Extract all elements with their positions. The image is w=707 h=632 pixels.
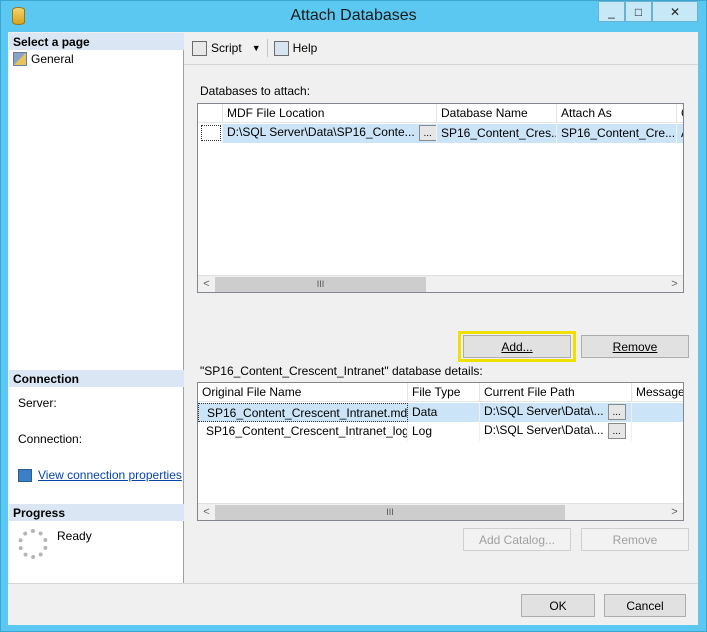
details-grid[interactable]: Original File Name File Type Current Fil…	[197, 382, 684, 521]
mdf-location-value: D:\SQL Server\Data\SP16_Conte...	[227, 125, 415, 140]
details-grid-scrollbar[interactable]: < III >	[198, 503, 683, 520]
file-path-value: D:\SQL Server\Data\...	[484, 404, 604, 419]
column-message[interactable]: Message	[632, 383, 683, 402]
owner-cell[interactable]: A	[677, 124, 683, 143]
toolbar-separator	[266, 39, 268, 57]
scroll-right-icon[interactable]: >	[666, 504, 683, 521]
add-button-label: Add...	[501, 339, 533, 354]
browse-button[interactable]: ...	[607, 423, 626, 439]
file-path-value: D:\SQL Server\Data\...	[484, 423, 604, 438]
column-original-file-name[interactable]: Original File Name	[198, 383, 408, 402]
original-file-cell[interactable]: SP16_Content_Crescent_Intranet.mdf	[198, 403, 408, 422]
remove-database-button[interactable]: Remove	[581, 335, 689, 358]
original-file-cell[interactable]: SP16_Content_Crescent_Intranet_log.ldf	[198, 422, 408, 441]
ok-label: OK	[549, 598, 567, 613]
attach-as-cell[interactable]: SP16_Content_Cre...	[557, 124, 677, 143]
footer-divider	[8, 583, 698, 584]
file-path-cell[interactable]: D:\SQL Server\Data\......	[480, 403, 632, 422]
general-page-icon	[13, 52, 27, 66]
left-panel: Select a page General Connection Server:…	[9, 33, 184, 583]
view-connection-row[interactable]: View connection properties	[18, 468, 182, 482]
page-item-general[interactable]: General	[13, 52, 74, 66]
main-panel: Databases to attach: MDF File Location D…	[184, 64, 698, 583]
progress-status: Ready	[57, 529, 92, 543]
remove-file-label: Remove	[612, 532, 658, 547]
add-catalog-label: Add Catalog...	[478, 532, 556, 547]
database-name-cell[interactable]: SP16_Content_Cres...	[437, 124, 557, 143]
title-bar[interactable]: Attach Databases _ □ ✕	[1, 1, 706, 31]
connection-header: Connection	[9, 370, 184, 387]
attach-databases-window: Attach Databases _ □ ✕ Select a page Gen…	[0, 0, 707, 632]
browse-button[interactable]: ...	[607, 404, 626, 420]
attach-grid-scrollbar[interactable]: < III >	[198, 275, 683, 292]
scroll-thumb[interactable]: III	[215, 276, 426, 292]
add-button[interactable]: Add...	[463, 335, 571, 358]
browse-button[interactable]: ...	[418, 125, 436, 141]
row-header-cell	[198, 104, 223, 123]
dialog-client: Select a page General Connection Server:…	[8, 32, 698, 625]
databases-to-attach-label: Databases to attach:	[200, 84, 311, 98]
script-label: Script	[211, 41, 242, 55]
progress-header: Progress	[9, 504, 184, 521]
scroll-thumb[interactable]: III	[215, 504, 565, 520]
progress-spinner-icon	[18, 529, 48, 559]
message-cell[interactable]	[632, 422, 683, 441]
chevron-down-icon[interactable]: ▼	[252, 43, 261, 53]
details-grid-header: Original File Name File Type Current Fil…	[198, 383, 683, 402]
close-button[interactable]: ✕	[652, 1, 698, 22]
select-page-header: Select a page	[9, 33, 184, 50]
remove-database-label: Remove	[612, 339, 658, 354]
attach-grid[interactable]: MDF File Location Database Name Attach A…	[197, 103, 684, 293]
table-row[interactable]: SP16_Content_Crescent_Intranet_log.ldf L…	[198, 422, 683, 441]
maximize-button[interactable]: □	[625, 1, 652, 22]
scroll-track[interactable]: III	[215, 276, 666, 292]
toolbar: Script ▼ Help	[186, 33, 697, 63]
connection-label: Connection:	[18, 432, 83, 446]
connection-icon	[18, 468, 32, 482]
table-row[interactable]: SP16_Content_Crescent_Intranet.mdf Data …	[198, 403, 683, 422]
cancel-label: Cancel	[626, 598, 664, 613]
scroll-left-icon[interactable]: <	[198, 504, 215, 521]
column-database-name[interactable]: Database Name	[437, 104, 557, 123]
scroll-track[interactable]: III	[215, 504, 666, 520]
add-catalog-button[interactable]: Add Catalog...	[463, 528, 571, 551]
mdf-location-cell[interactable]: D:\SQL Server\Data\SP16_Conte......	[223, 124, 437, 143]
database-details-label: "SP16_Content_Crescent_Intranet" databas…	[200, 364, 483, 378]
attach-grid-header: MDF File Location Database Name Attach A…	[198, 104, 683, 123]
script-icon	[192, 40, 207, 56]
message-cell[interactable]	[632, 403, 683, 422]
table-row[interactable]: D:\SQL Server\Data\SP16_Conte...... SP16…	[198, 124, 683, 143]
column-attach-as[interactable]: Attach As	[557, 104, 677, 123]
file-path-cell[interactable]: D:\SQL Server\Data\......	[480, 422, 632, 441]
file-type-cell[interactable]: Log	[408, 422, 480, 441]
help-button[interactable]: Help	[273, 40, 318, 56]
cancel-button[interactable]: Cancel	[604, 594, 686, 617]
ok-button[interactable]: OK	[521, 594, 595, 617]
column-owner[interactable]: O	[677, 104, 683, 123]
remove-file-button[interactable]: Remove	[581, 528, 689, 551]
row-selector[interactable]	[198, 124, 223, 143]
page-item-label: General	[31, 52, 74, 66]
file-type-cell[interactable]: Data	[408, 403, 480, 422]
view-connection-link[interactable]: View connection properties	[38, 468, 182, 482]
minimize-button[interactable]: _	[598, 1, 625, 22]
help-icon	[273, 40, 289, 56]
column-file-type[interactable]: File Type	[408, 383, 480, 402]
script-button[interactable]: Script ▼	[192, 40, 261, 56]
help-label: Help	[292, 41, 318, 55]
server-label: Server:	[18, 396, 57, 410]
scroll-left-icon[interactable]: <	[198, 276, 215, 293]
column-mdf-location[interactable]: MDF File Location	[223, 104, 437, 123]
scroll-right-icon[interactable]: >	[666, 276, 683, 293]
column-current-file-path[interactable]: Current File Path	[480, 383, 632, 402]
